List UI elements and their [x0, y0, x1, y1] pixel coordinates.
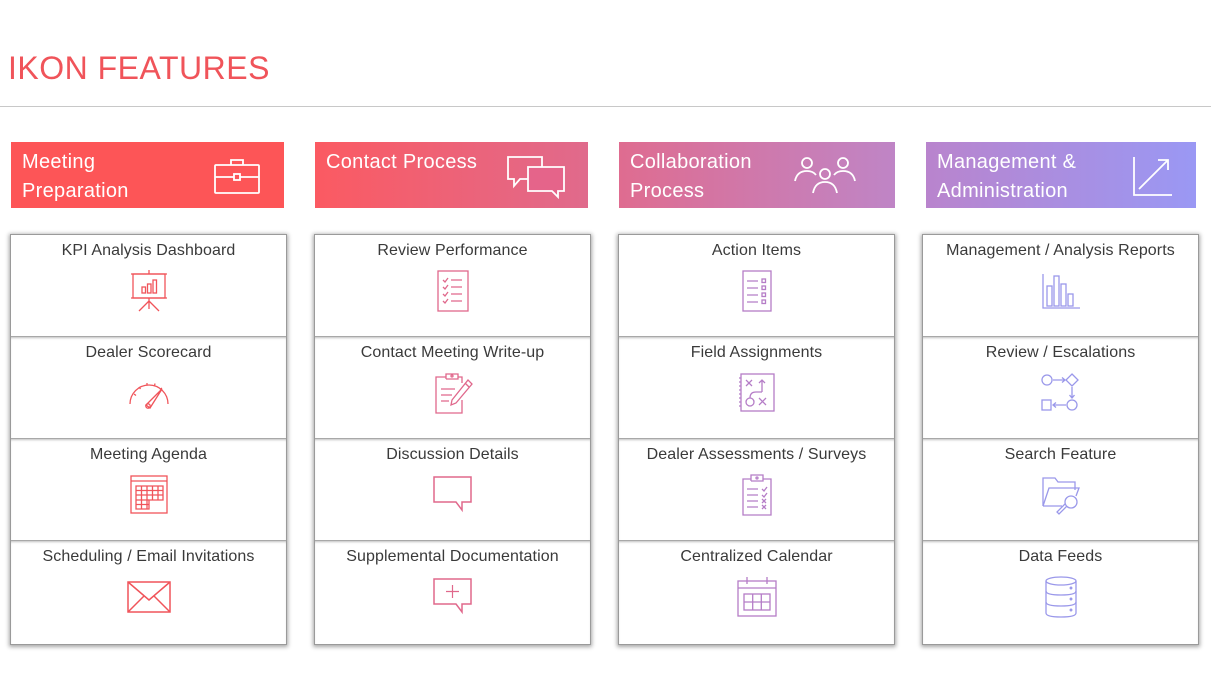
- column-header: Management & Administration: [926, 142, 1196, 208]
- column-header-label: Meeting Preparation: [22, 151, 129, 202]
- feature-card-list: Review Performance Contact Meeting Write…: [314, 234, 591, 645]
- folder-search-icon: [1038, 472, 1084, 518]
- task-list-icon: [734, 268, 780, 314]
- feature-label: Action Items: [711, 242, 802, 259]
- trend-arrow-icon: [1124, 155, 1174, 197]
- page-title: IKON FEATURES: [8, 50, 270, 86]
- chat-bubbles-icon: [507, 155, 566, 199]
- feature-card[interactable]: Discussion Details: [315, 439, 590, 541]
- feature-label: Field Assignments: [690, 344, 823, 361]
- feature-card[interactable]: Supplemental Documentation: [315, 541, 590, 644]
- title-divider: [0, 106, 1211, 107]
- feature-label: KPI Analysis Dashboard: [61, 242, 236, 259]
- feature-label: Dealer Scorecard: [85, 344, 212, 361]
- feature-card[interactable]: Dealer Assessments / Surveys: [619, 439, 894, 541]
- feature-label: Review / Escalations: [985, 344, 1136, 361]
- column-header: Contact Process: [315, 142, 588, 208]
- feature-label: Discussion Details: [386, 446, 519, 463]
- feature-card[interactable]: Meeting Agenda: [11, 439, 286, 541]
- playbook-icon: [734, 370, 780, 416]
- speech-bubble-icon: [430, 472, 476, 518]
- clipboard-pencil-icon: [430, 370, 476, 416]
- bar-chart-icon: [1038, 268, 1084, 314]
- column-header: Collaboration Process: [619, 142, 895, 208]
- calendar-grid-icon: [126, 472, 172, 518]
- feature-card[interactable]: Centralized Calendar: [619, 541, 894, 644]
- feature-card[interactable]: KPI Analysis Dashboard: [11, 235, 286, 337]
- feature-label: Scheduling / Email Invitations: [42, 548, 255, 565]
- column-header: Meeting Preparation: [11, 142, 284, 208]
- column-header-label: Collaboration Process: [630, 151, 752, 202]
- feature-card[interactable]: Review / Escalations: [923, 337, 1198, 439]
- feature-label: Centralized Calendar: [680, 548, 833, 565]
- column-collaboration-process: Collaboration Process Action Items Field: [618, 142, 895, 645]
- briefcase-icon: [212, 155, 262, 197]
- feature-label: Dealer Assessments / Surveys: [646, 446, 867, 463]
- feature-card[interactable]: Action Items: [619, 235, 894, 337]
- column-contact-process: Contact Process Review Performance Conta…: [314, 142, 591, 645]
- envelope-icon: [126, 574, 172, 620]
- feature-card[interactable]: Management / Analysis Reports: [923, 235, 1198, 337]
- clipboard-survey-icon: [734, 472, 780, 518]
- feature-card[interactable]: Review Performance: [315, 235, 590, 337]
- calendar-icon: [734, 574, 780, 620]
- feature-card[interactable]: Search Feature: [923, 439, 1198, 541]
- feature-label: Management / Analysis Reports: [946, 242, 1175, 259]
- feature-label: Supplemental Documentation: [346, 548, 559, 565]
- feature-card-list: Action Items Field Assignments Dealer As…: [618, 234, 895, 645]
- feature-label: Meeting Agenda: [89, 446, 208, 463]
- feature-card[interactable]: Scheduling / Email Invitations: [11, 541, 286, 644]
- workflow-icon: [1038, 370, 1084, 416]
- feature-card[interactable]: Dealer Scorecard: [11, 337, 286, 439]
- column-header-label: Contact Process: [326, 151, 478, 173]
- database-icon: [1038, 574, 1084, 620]
- feature-card[interactable]: Contact Meeting Write-up: [315, 337, 590, 439]
- feature-card[interactable]: Data Feeds: [923, 541, 1198, 644]
- group-users-icon: [794, 155, 873, 197]
- column-meeting-preparation: Meeting Preparation KPI Analysis Dashboa…: [10, 142, 287, 645]
- column-management-administration: Management & Administration Management /…: [922, 142, 1199, 645]
- checklist-icon: [430, 268, 476, 314]
- feature-label: Contact Meeting Write-up: [360, 344, 545, 361]
- speedometer-icon: [126, 370, 172, 416]
- speech-bubble-plus-icon: [430, 574, 476, 620]
- feature-label: Review Performance: [377, 242, 528, 259]
- presentation-chart-icon: [126, 268, 172, 314]
- feature-card-list: Management / Analysis Reports Review / E…: [922, 234, 1199, 645]
- column-header-label: Management & Administration: [937, 151, 1077, 202]
- feature-card[interactable]: Field Assignments: [619, 337, 894, 439]
- feature-label: Search Feature: [1004, 446, 1117, 463]
- feature-card-list: KPI Analysis Dashboard Dealer Scorecard: [10, 234, 287, 645]
- feature-label: Data Feeds: [1018, 548, 1103, 565]
